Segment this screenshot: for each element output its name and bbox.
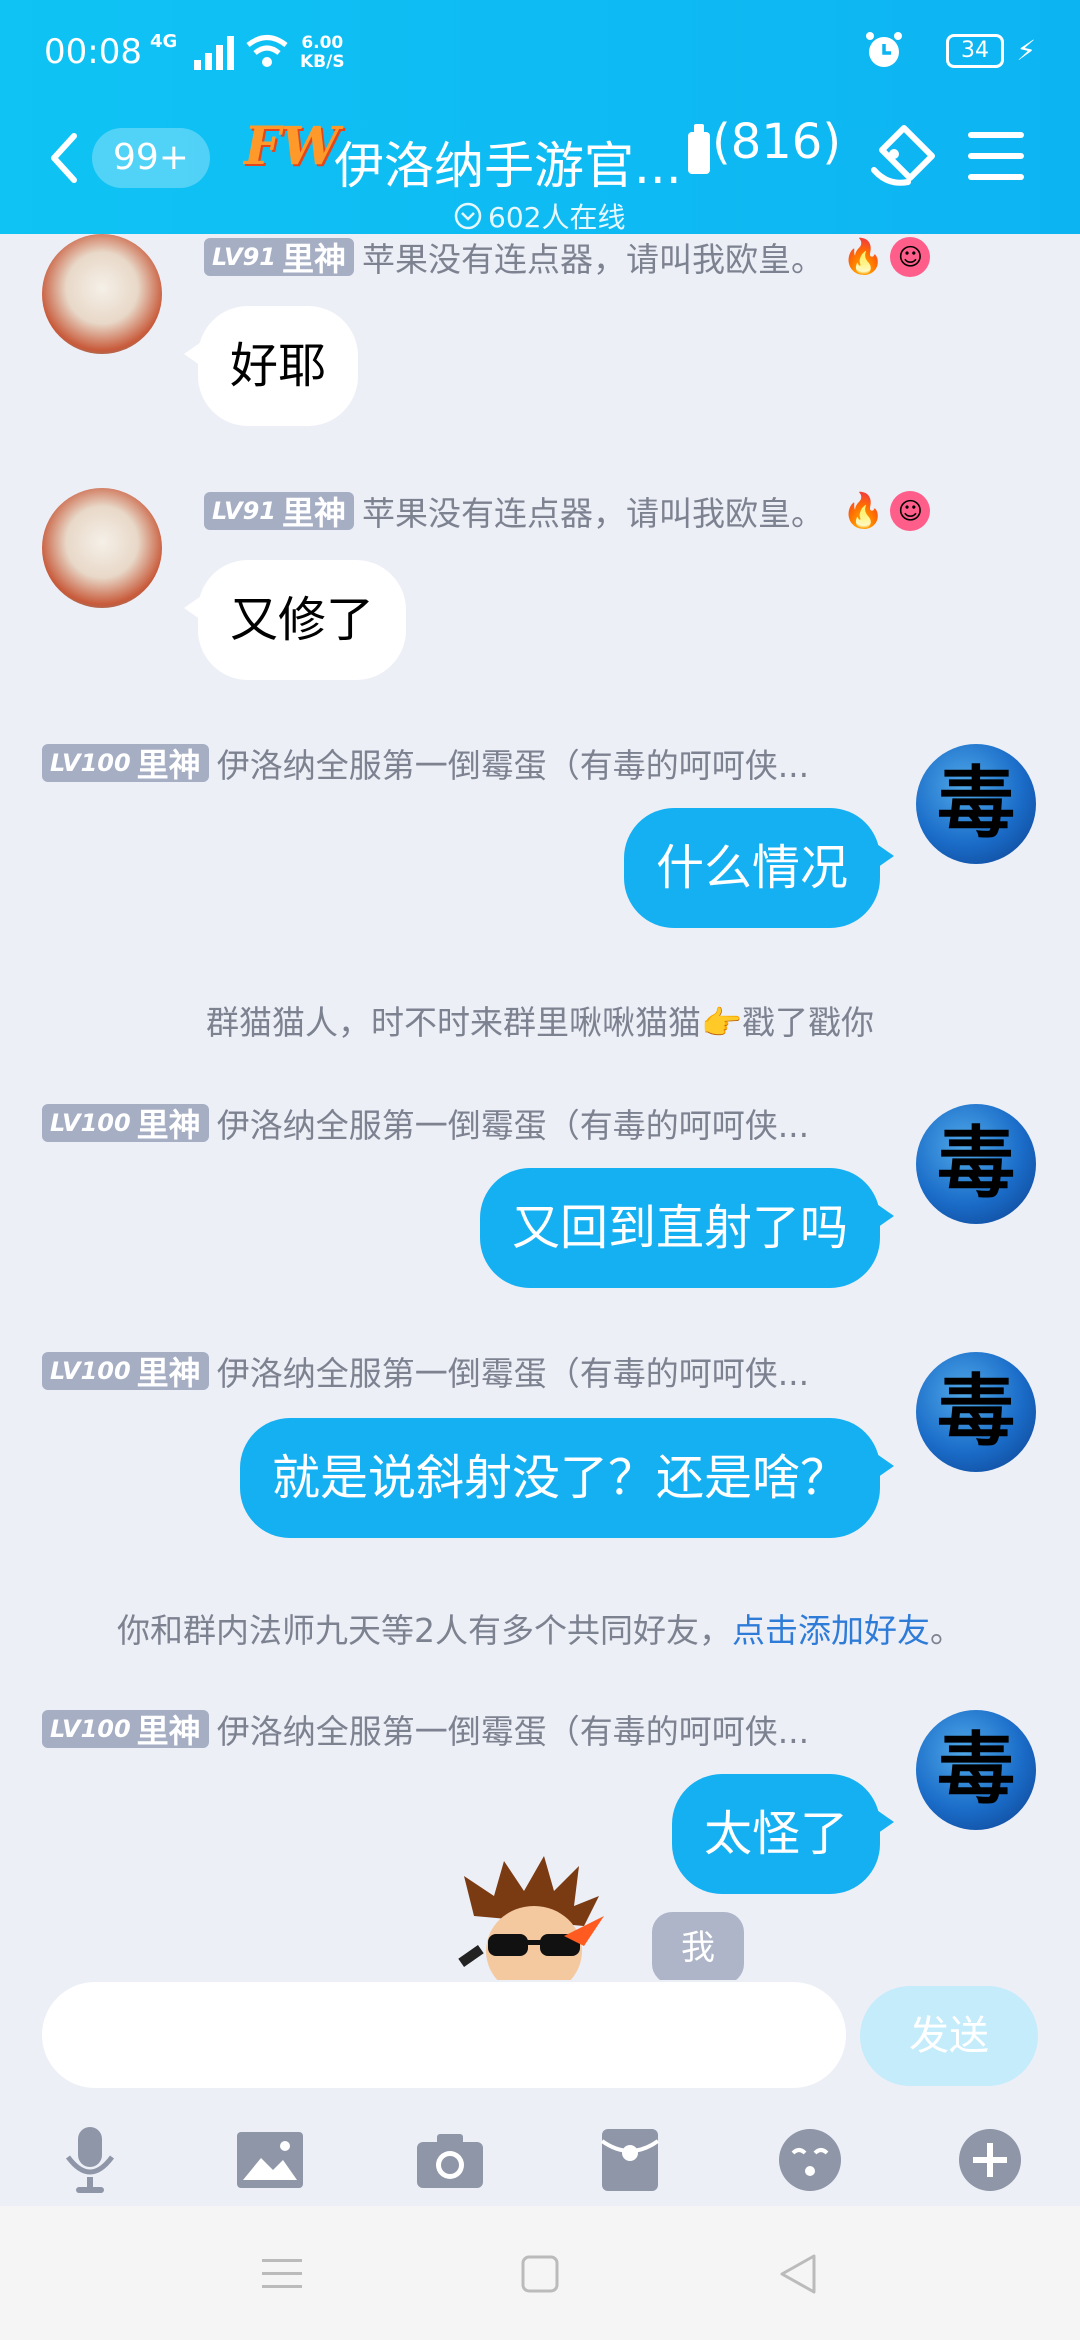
back-button[interactable] [44,128,84,188]
sender-nickname[interactable]: 伊洛纳全服第一倒霉蛋（有毒的呵呵侠... [217,1099,809,1147]
add-friend-link[interactable]: 点击添加好友 [732,1611,930,1650]
sender-nickname[interactable]: 伊洛纳全服第一倒霉蛋（有毒的呵呵侠... [217,1705,809,1753]
sender-meta: LV100 里神 伊洛纳全服第一倒霉蛋（有毒的呵呵侠... [42,1099,809,1147]
send-button[interactable]: 发送 [860,1986,1038,2086]
level-badge: LV91 里神 [204,492,354,532]
sender-nickname[interactable]: 伊洛纳全服第一倒霉蛋（有毒的呵呵侠... [217,739,809,787]
camera-icon[interactable] [410,2120,490,2200]
sender-meta: LV100 里神 伊洛纳全服第一倒霉蛋（有毒的呵呵侠... [42,1347,809,1395]
message-bubble[interactable]: 什么情况 [623,808,895,928]
member-count[interactable]: (816) [712,114,841,170]
avatar[interactable]: 毒 [916,744,1036,864]
signal-icon [194,36,238,79]
level-badge: LV91 里神 [204,238,354,278]
poke-finger-icon: 👉 [700,1003,743,1042]
level-badge: LV100 里神 [42,744,209,784]
sender-meta: LV100 里神 伊洛纳全服第一倒霉蛋（有毒的呵呵侠... [42,739,809,787]
sender-meta: LV100 里神 伊洛纳全服第一倒霉蛋（有毒的呵呵侠... [42,1705,809,1753]
fire-icon: 🔥 [841,491,885,531]
charging-icon: ⚡ [1016,34,1036,67]
sender-nickname[interactable]: 苹果没有连点器，请叫我欧皇。 [362,234,824,281]
chat-header: 00:08 4G 6.00 KB/S 34 ⚡ 99+ FW 伊洛纳手游官...… [0,0,1080,234]
message-list[interactable]: LV91 里神 苹果没有连点器，请叫我欧皇。 🔥 ☺ 好耶 LV91 里神 苹果没有… [0,234,1080,1980]
group-logo: FW [244,116,340,177]
battery-icon: 34 [946,34,1004,68]
wifi-icon [246,34,288,77]
flower-icon: ☺ [890,237,931,277]
clock: 00:08 [44,32,142,72]
online-status[interactable]: 602人在线 [454,196,625,236]
message-bubble[interactable]: 好耶 [183,306,359,426]
level-badge: LV100 里神 [42,1710,209,1750]
system-nav-bar [0,2206,1080,2340]
message-bubble[interactable]: 又回到直射了吗 [479,1168,895,1288]
fire-icon: 🔥 [841,237,885,277]
online-count: 602人在线 [488,201,626,234]
menu-icon[interactable] [968,130,1024,186]
sender-meta: LV91 里神 苹果没有连点器，请叫我欧皇。 🔥 ☺ [204,234,931,281]
sticker-image[interactable] [454,1856,614,1980]
image-icon[interactable] [230,2120,310,2200]
group-name[interactable]: 伊洛纳手游官... [334,126,682,198]
sticker-label: 我 [652,1912,744,1980]
phone-icon [686,122,712,180]
network-type: 4G [150,31,178,52]
share-icon[interactable] [868,120,940,196]
message-bubble[interactable]: 就是说斜射没了？还是啥？ [239,1418,895,1538]
red-packet-icon[interactable] [590,2120,670,2200]
plus-icon[interactable] [950,2120,1030,2200]
emoji-icon[interactable] [770,2120,850,2200]
flower-icon: ☺ [890,491,931,531]
unread-count-badge[interactable]: 99+ [92,128,210,188]
input-area: 发送 [0,1980,1080,2206]
chevron-down-icon [454,202,482,230]
message-bubble[interactable]: 又修了 [183,560,407,680]
system-notice-friends: 你和群内法师九天等2人有多个共同好友，点击添加好友。 [117,1611,963,1650]
avatar[interactable] [42,234,162,354]
microphone-icon[interactable] [50,2120,130,2200]
avatar[interactable]: 毒 [916,1104,1036,1224]
avatar[interactable]: 毒 [916,1710,1036,1830]
message-input[interactable] [42,1982,846,2088]
avatar[interactable]: 毒 [916,1352,1036,1472]
level-badge: LV100 里神 [42,1352,209,1392]
home-icon[interactable] [512,2246,568,2302]
sender-nickname[interactable]: 伊洛纳全服第一倒霉蛋（有毒的呵呵侠... [217,1347,809,1395]
sender-nickname[interactable]: 苹果没有连点器，请叫我欧皇。 [362,487,824,535]
sender-meta: LV91 里神 苹果没有连点器，请叫我欧皇。 🔥 ☺ [204,487,931,535]
level-badge: LV100 里神 [42,1104,209,1144]
message-bubble[interactable]: 太怪了 [671,1774,895,1894]
input-toolbar [0,2120,1080,2200]
recent-apps-icon[interactable] [254,2246,310,2302]
alarm-icon [864,30,904,79]
back-nav-icon[interactable] [770,2246,826,2302]
network-speed: 6.00 KB/S [300,33,345,72]
avatar[interactable] [42,488,162,608]
system-notice-poke: 群猫猫人，时不时来群里啾啾猫猫👉戳了戳你 [205,1003,875,1042]
status-bar: 00:08 4G 6.00 KB/S 34 ⚡ [44,28,1036,78]
